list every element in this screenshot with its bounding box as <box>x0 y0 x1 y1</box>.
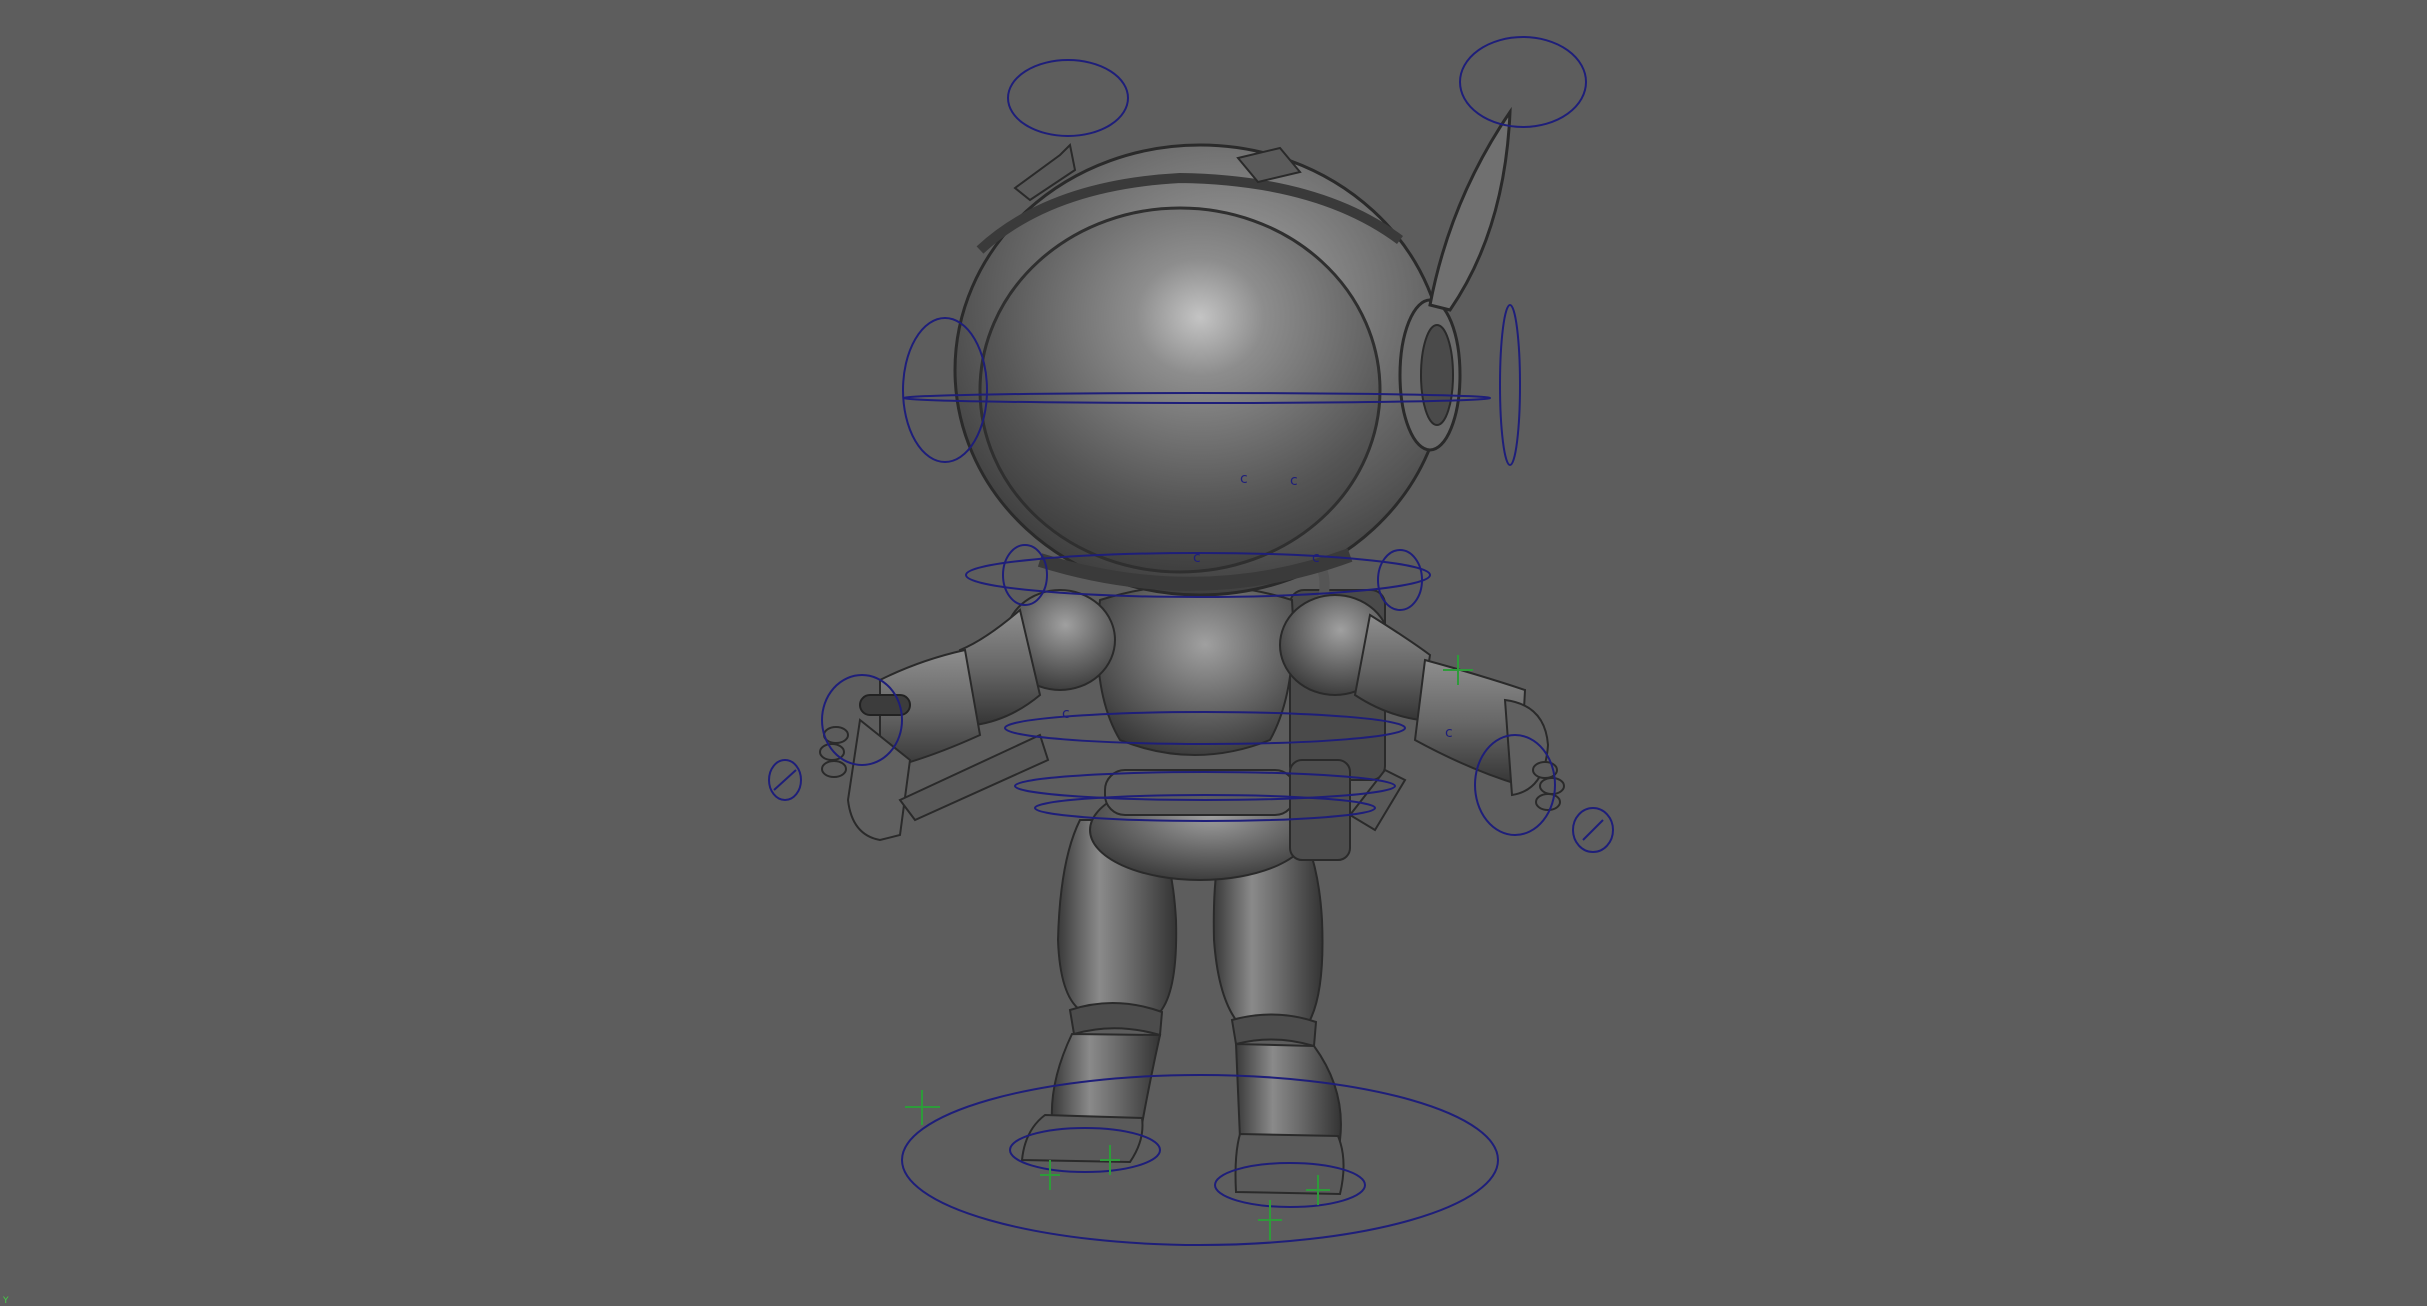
locator-foot-left[interactable] <box>905 1090 940 1125</box>
visor[interactable] <box>978 206 1382 574</box>
cluster-marker[interactable]: c <box>1312 550 1320 566</box>
locator-heel-left[interactable] <box>1040 1160 1060 1190</box>
control-antenna[interactable] <box>1459 36 1587 128</box>
3d-viewport[interactable]: c c c c c c Y <box>0 0 2427 1306</box>
axis-y-indicator: Y <box>3 1296 9 1306</box>
left-knee <box>1068 1002 1164 1037</box>
torso[interactable] <box>1096 584 1295 756</box>
control-head-side-right[interactable] <box>1499 304 1521 466</box>
viewport-scene[interactable]: c c c c c c <box>0 0 2427 1306</box>
control-ear-left[interactable] <box>1007 59 1129 137</box>
left-boot[interactable] <box>1020 1113 1144 1164</box>
left-forearm-slot <box>859 694 911 716</box>
control-shoulder-right[interactable] <box>1377 549 1423 611</box>
ear-piece-inner <box>1420 324 1454 426</box>
cluster-marker[interactable]: c <box>1240 471 1248 487</box>
cluster-marker[interactable]: c <box>1445 725 1453 741</box>
right-fingers[interactable] <box>1532 761 1565 811</box>
right-knee <box>1230 1013 1318 1048</box>
cluster-marker[interactable]: c <box>1193 550 1201 566</box>
control-hand-right-tick <box>1582 819 1604 841</box>
cluster-marker[interactable]: c <box>1062 706 1070 722</box>
control-main-ground[interactable] <box>901 1074 1499 1246</box>
antenna[interactable] <box>1428 106 1512 312</box>
belt[interactable] <box>1104 769 1296 816</box>
control-shoulder-left[interactable] <box>1002 544 1048 606</box>
right-lower-leg[interactable] <box>1234 1042 1342 1142</box>
control-hand-left-tick <box>773 769 797 791</box>
cluster-marker[interactable]: c <box>1290 473 1298 489</box>
astronaut-model[interactable] <box>819 106 1565 1196</box>
